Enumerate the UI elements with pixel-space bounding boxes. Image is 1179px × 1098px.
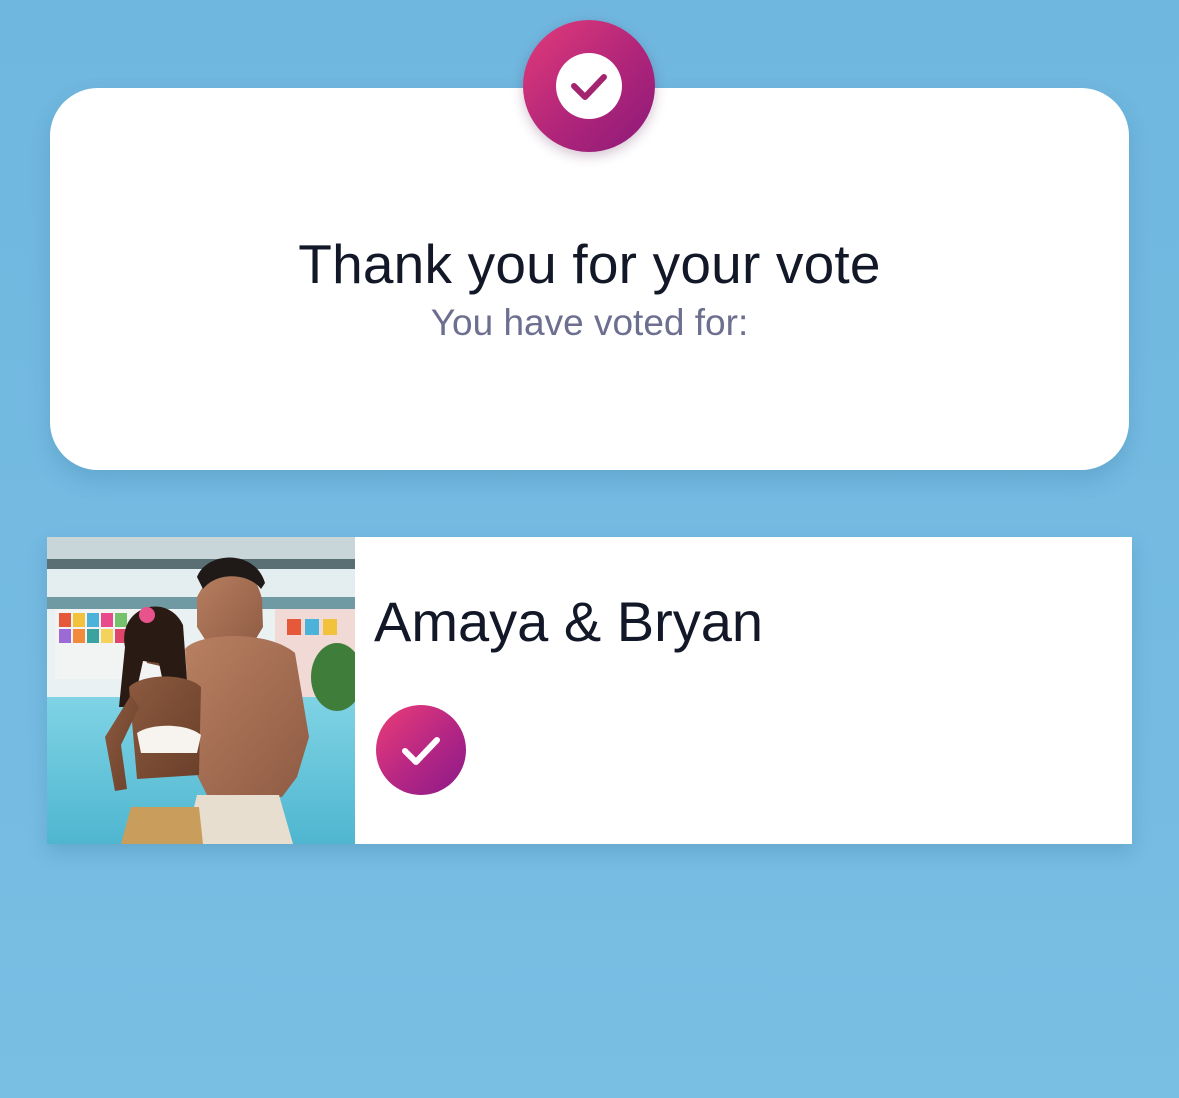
candidate-card[interactable]: Amaya & Bryan [47,537,1132,844]
confirmation-subtitle: You have voted for: [430,302,749,343]
check-icon [402,737,440,765]
confirmation-title: Thank you for your vote [298,233,881,295]
check-circle-icon [556,53,622,119]
vote-success-badge [523,20,655,152]
candidate-name: Amaya & Bryan [374,590,764,653]
candidate-photo [47,537,355,844]
selected-check-button[interactable] [376,705,466,795]
